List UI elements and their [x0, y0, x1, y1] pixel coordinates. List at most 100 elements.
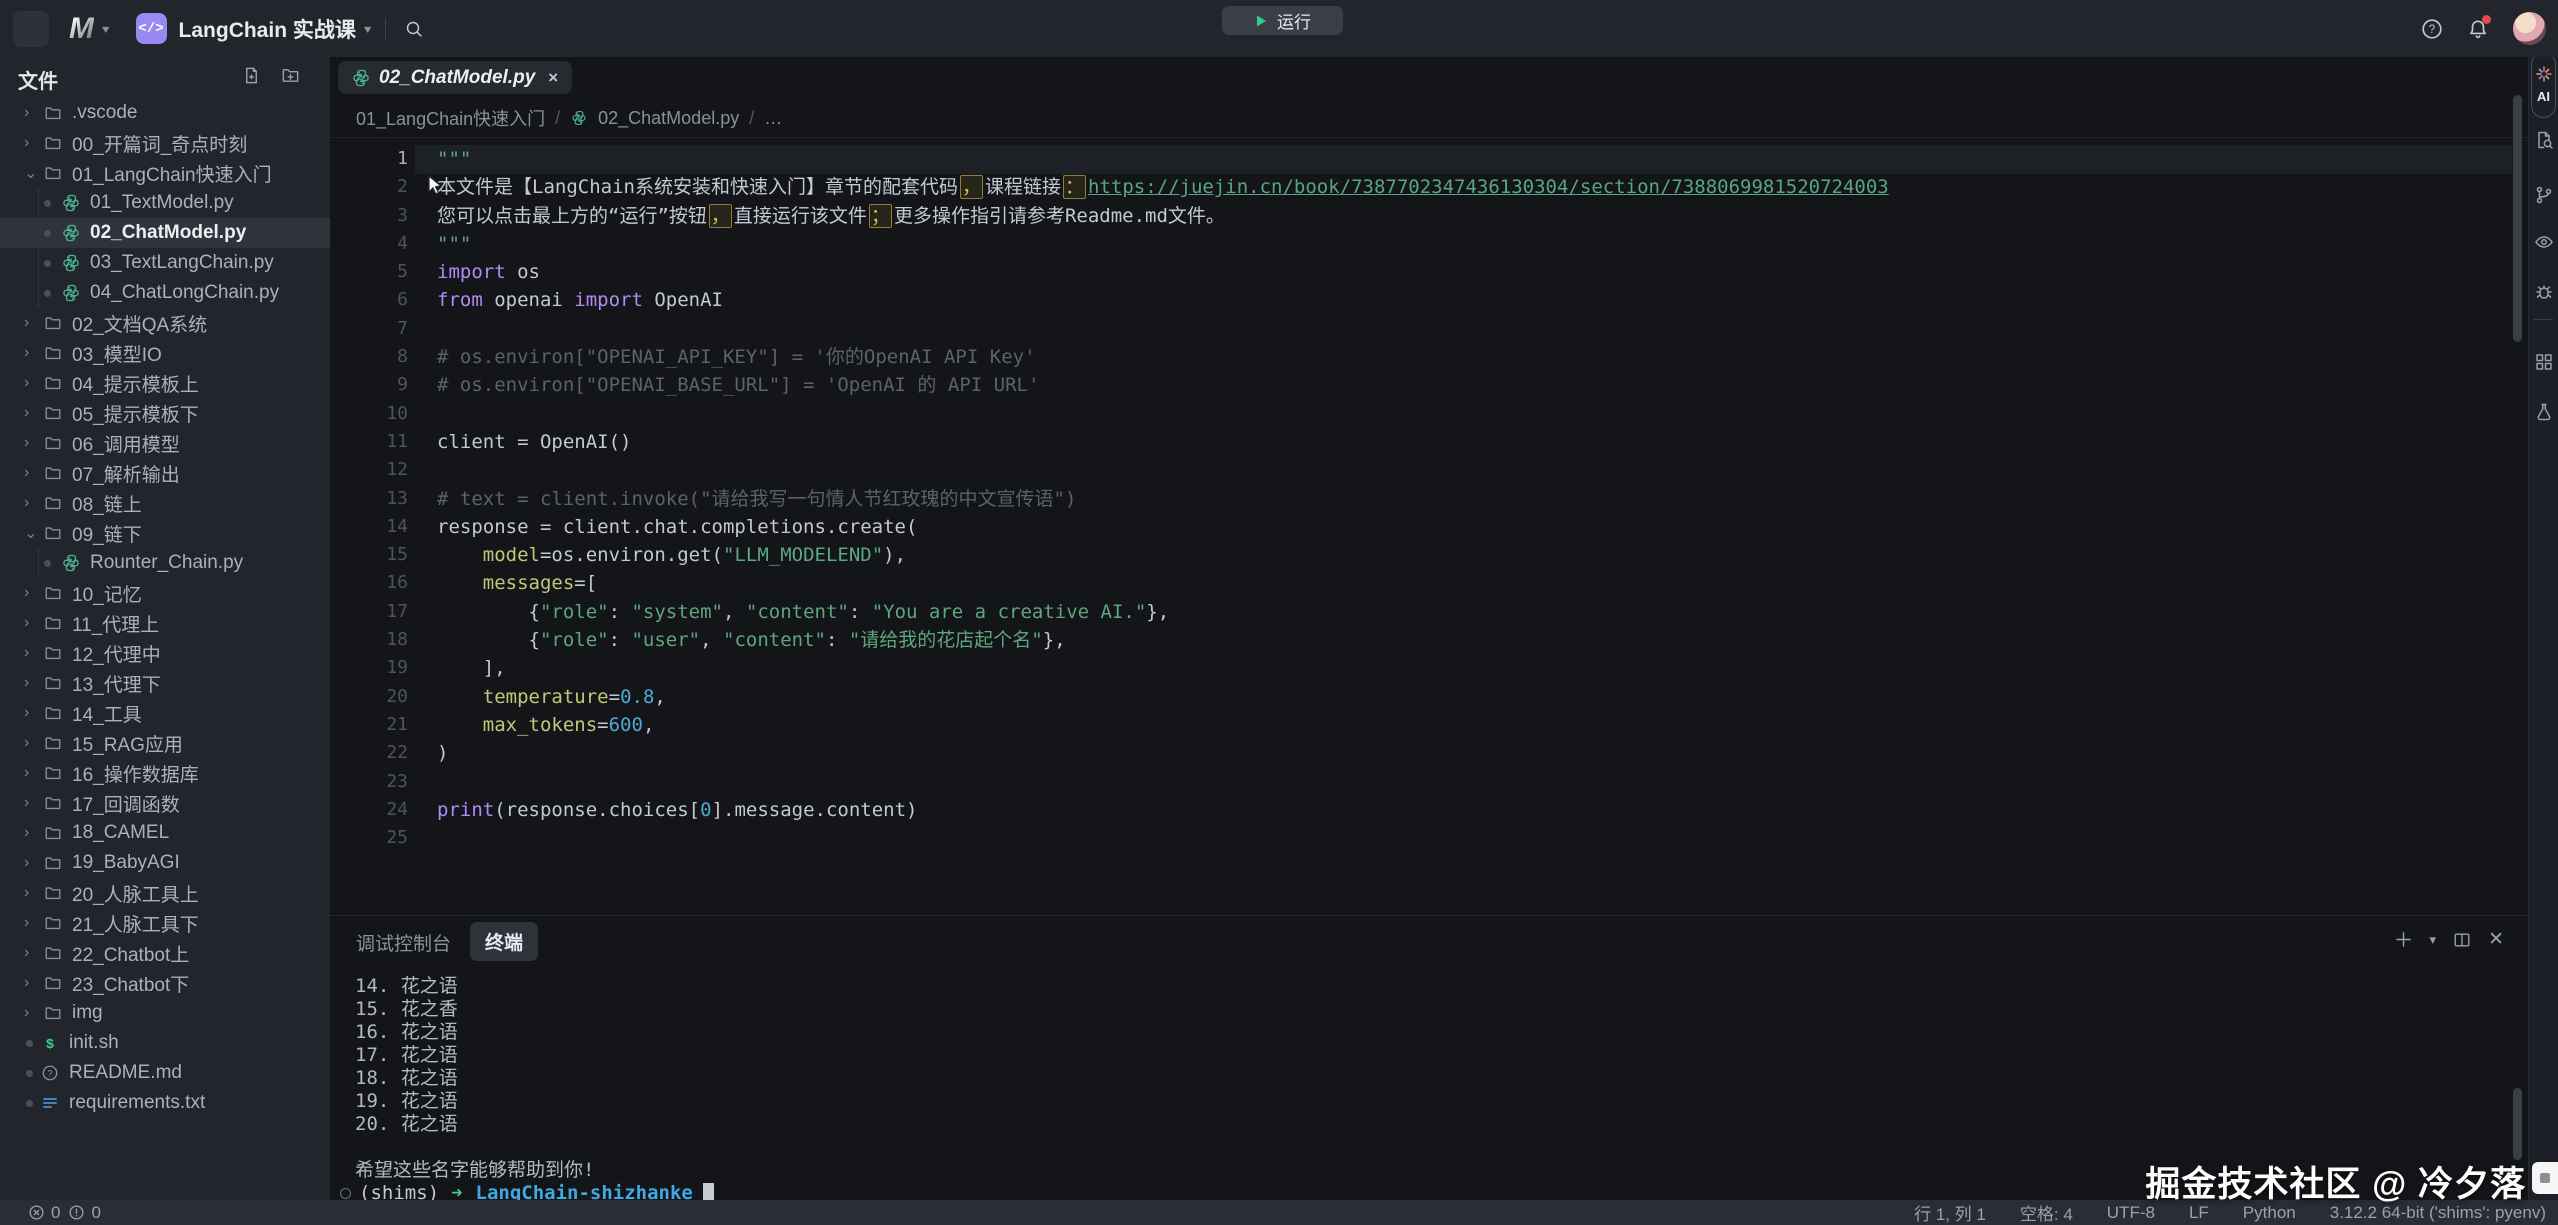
- code-line-2[interactable]: 2本文件是【LangChain系统安装和快速入门】章节的配套代码，课程链接：ht…: [330, 173, 2528, 201]
- tree-item-13_代理下[interactable]: ›13_代理下: [0, 668, 330, 698]
- tree-item-19_BabyAGI[interactable]: ›19_BabyAGI: [0, 848, 330, 878]
- avatar[interactable]: [2513, 12, 2546, 45]
- editor-area[interactable]: 02_ChatModel.py × 01_LangChain快速入门/02_Ch…: [330, 57, 2528, 915]
- tree-item-Rounter_Chain.py[interactable]: Rounter_Chain.py: [0, 548, 330, 578]
- bug-icon[interactable]: [2534, 282, 2554, 302]
- breadcrumb-folder[interactable]: 01_LangChain快速入门: [356, 105, 545, 131]
- code-line-11[interactable]: 11client = OpenAI(): [330, 428, 2528, 456]
- chat-widget-icon[interactable]: [2532, 1162, 2558, 1194]
- tree-item-18_CAMEL[interactable]: ›18_CAMEL: [0, 818, 330, 848]
- terminal-scrollbar[interactable]: [2513, 1088, 2522, 1160]
- tree-item-10_记忆[interactable]: ›10_记忆: [0, 578, 330, 608]
- tree-item-09_链下[interactable]: ⌄09_链下: [0, 518, 330, 548]
- tree-item-01_LangChain快速入门[interactable]: ⌄01_LangChain快速入门: [0, 158, 330, 188]
- code-line-4[interactable]: 4""": [330, 230, 2528, 258]
- tree-item-17_回调函数[interactable]: ›17_回调函数: [0, 788, 330, 818]
- code-view[interactable]: 1"""2本文件是【LangChain系统安装和快速入门】章节的配套代码，课程链…: [330, 145, 2528, 852]
- new-folder-icon[interactable]: [281, 66, 300, 85]
- problems-circle-x[interactable]: 0: [28, 1203, 60, 1223]
- tree-item-06_调用模型[interactable]: ›06_调用模型: [0, 428, 330, 458]
- ai-assistant-button[interactable]: AI: [2531, 52, 2556, 118]
- tree-item-08_链上[interactable]: ›08_链上: [0, 488, 330, 518]
- chevron-down-icon[interactable]: ▾: [102, 21, 110, 35]
- tree-item-12_代理中[interactable]: ›12_代理中: [0, 638, 330, 668]
- notifications-button[interactable]: [2467, 18, 2489, 40]
- code-line-24[interactable]: 24print(response.choices[0].message.cont…: [330, 796, 2528, 824]
- tree-item-14_工具[interactable]: ›14_工具: [0, 698, 330, 728]
- code-line-14[interactable]: 14response = client.chat.completions.cre…: [330, 513, 2528, 541]
- flask-icon[interactable]: [2534, 402, 2554, 422]
- code-line-25[interactable]: 25: [330, 824, 2528, 852]
- code-line-23[interactable]: 23: [330, 768, 2528, 796]
- tree-item-03_模型IO[interactable]: ›03_模型IO: [0, 338, 330, 368]
- code-line-9[interactable]: 9# os.environ["OPENAI_BASE_URL"] = 'Open…: [330, 371, 2528, 399]
- tree-item-05_提示模板下[interactable]: ›05_提示模板下: [0, 398, 330, 428]
- tree-item-img[interactable]: ›img: [0, 998, 330, 1028]
- breadcrumb[interactable]: 01_LangChain快速入门/02_ChatModel.py/…: [356, 105, 782, 131]
- code-line-5[interactable]: 5import os: [330, 258, 2528, 286]
- problems-circle-exclaim[interactable]: 0: [68, 1203, 100, 1223]
- code-line-16[interactable]: 16 messages=[: [330, 569, 2528, 597]
- terminal-output[interactable]: 14. 花之语15. 花之香16. 花之语17. 花之语18. 花之语19. 花…: [355, 975, 714, 1205]
- code-line-3[interactable]: 3您可以点击最上方的“运行”按钮，直接运行该文件；更多操作指引请参考Readme…: [330, 202, 2528, 230]
- tree-item-16_操作数据库[interactable]: ›16_操作数据库: [0, 758, 330, 788]
- project-title[interactable]: LangChain 实战课: [179, 14, 356, 44]
- tree-item-.vscode[interactable]: ›.vscode: [0, 98, 330, 128]
- tree-item-03_TextLangChain.py[interactable]: 03_TextLangChain.py: [0, 248, 330, 278]
- tree-item-15_RAG应用[interactable]: ›15_RAG应用: [0, 728, 330, 758]
- code-line-21[interactable]: 21 max_tokens=600,: [330, 711, 2528, 739]
- code-line-13[interactable]: 13# text = client.invoke("请给我写一句情人节红玫瑰的中…: [330, 485, 2528, 513]
- breadcrumb-more[interactable]: …: [764, 108, 782, 129]
- close-icon[interactable]: ×: [548, 68, 558, 88]
- tree-item-02_文档QA系统[interactable]: ›02_文档QA系统: [0, 308, 330, 338]
- tree-item-02_ChatModel.py[interactable]: 02_ChatModel.py: [0, 218, 330, 248]
- tree-item-20_人脉工具上[interactable]: ›20_人脉工具上: [0, 878, 330, 908]
- editor-tab[interactable]: 02_ChatModel.py ×: [338, 61, 572, 94]
- tree-item-04_ChatLongChain.py[interactable]: 04_ChatLongChain.py: [0, 278, 330, 308]
- tree-item-04_提示模板上[interactable]: ›04_提示模板上: [0, 368, 330, 398]
- code-line-8[interactable]: 8# os.environ["OPENAI_API_KEY"] = '你的Ope…: [330, 343, 2528, 371]
- code-line-22[interactable]: 22): [330, 739, 2528, 767]
- tree-item-21_人脉工具下[interactable]: ›21_人脉工具下: [0, 908, 330, 938]
- code-line-17[interactable]: 17 {"role": "system", "content": "You ar…: [330, 598, 2528, 626]
- breadcrumb-file[interactable]: 02_ChatModel.py: [598, 108, 739, 129]
- tab-terminal[interactable]: 终端: [470, 922, 538, 961]
- status-item[interactable]: 行 1, 列 1: [1914, 1200, 1986, 1225]
- tree-item-22_Chatbot上[interactable]: ›22_Chatbot上: [0, 938, 330, 968]
- help-icon[interactable]: ?: [2421, 18, 2443, 40]
- app-logo[interactable]: M: [69, 12, 94, 46]
- chevron-down-icon[interactable]: ▾: [2430, 932, 2437, 948]
- eye-icon[interactable]: [2534, 232, 2554, 252]
- close-icon[interactable]: ✕: [2488, 928, 2504, 951]
- code-line-20[interactable]: 20 temperature=0.8,: [330, 683, 2528, 711]
- tree-item-07_解析输出[interactable]: ›07_解析输出: [0, 458, 330, 488]
- code-line-15[interactable]: 15 model=os.environ.get("LLM_MODELEND"),: [330, 541, 2528, 569]
- tree-item-23_Chatbot下[interactable]: ›23_Chatbot下: [0, 968, 330, 998]
- code-line-6[interactable]: 6from openai import OpenAI: [330, 286, 2528, 314]
- sidebar-toggle-button[interactable]: [13, 11, 49, 47]
- chevron-down-icon[interactable]: ▾: [364, 21, 372, 35]
- new-file-icon[interactable]: [242, 66, 261, 85]
- code-line-19[interactable]: 19 ],: [330, 654, 2528, 682]
- code-line-10[interactable]: 10: [330, 400, 2528, 428]
- run-button[interactable]: 运行: [1222, 6, 1343, 35]
- search-icon[interactable]: [404, 19, 424, 39]
- tab-debug-console[interactable]: 调试控制台: [356, 929, 451, 956]
- tree-item-README.md[interactable]: ?README.md: [0, 1058, 330, 1088]
- split-panel-icon[interactable]: [2453, 931, 2471, 949]
- tree-item-01_TextModel.py[interactable]: 01_TextModel.py: [0, 188, 330, 218]
- git-branch-icon[interactable]: [2534, 185, 2554, 205]
- tree-item-11_代理上[interactable]: ›11_代理上: [0, 608, 330, 638]
- code-line-7[interactable]: 7: [330, 315, 2528, 343]
- tree-item-00_开篇词_奇点时刻[interactable]: ›00_开篇词_奇点时刻: [0, 128, 330, 158]
- file-search-icon[interactable]: [2534, 130, 2554, 150]
- tree-item-requirements.txt[interactable]: requirements.txt: [0, 1088, 330, 1118]
- code-line-1[interactable]: 1""": [330, 145, 2528, 173]
- plus-icon[interactable]: [2394, 930, 2413, 949]
- editor-scrollbar[interactable]: [2513, 95, 2522, 342]
- tree-item-init.sh[interactable]: $init.sh: [0, 1028, 330, 1058]
- code-line-18[interactable]: 18 {"role": "user", "content": "请给我的花店起个…: [330, 626, 2528, 654]
- grid-icon[interactable]: [2534, 352, 2554, 372]
- code-line-12[interactable]: 12: [330, 456, 2528, 484]
- status-item[interactable]: 空格: 4: [2020, 1200, 2073, 1225]
